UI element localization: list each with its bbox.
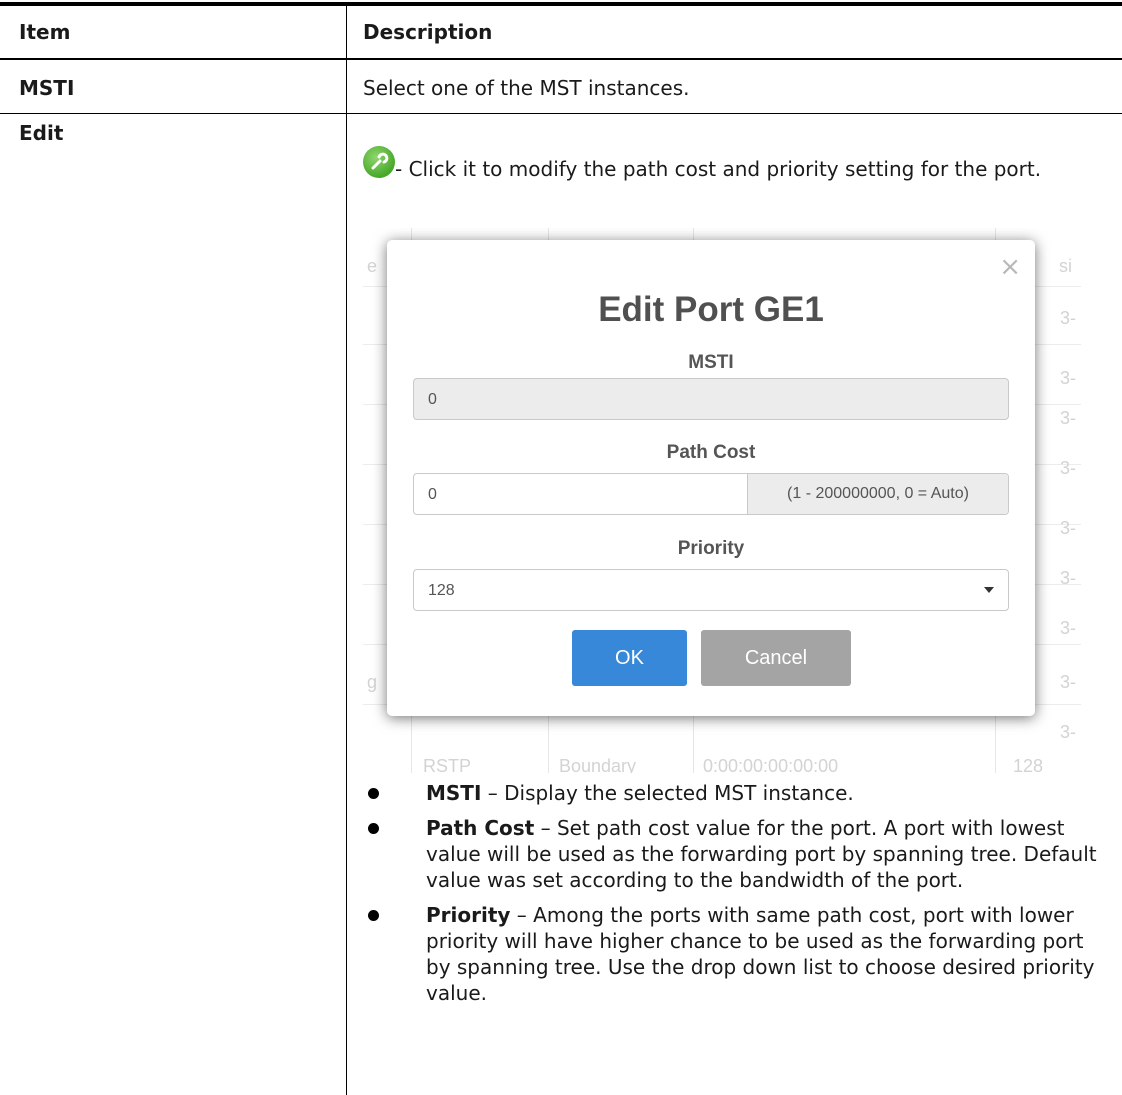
- bg-fragment: 3-: [1060, 368, 1077, 388]
- edit-port-dialog: × Edit Port GE1 MSTI 0 Path Cost 0 (1 - …: [387, 240, 1035, 716]
- header-item: Item: [19, 20, 71, 44]
- msti-value: 0: [428, 391, 437, 408]
- row-item-msti: MSTI: [19, 76, 75, 100]
- path-cost-value: 0: [428, 486, 437, 503]
- msti-field[interactable]: 0: [413, 378, 1009, 420]
- header-description: Description: [363, 20, 493, 44]
- wrench-icon: [363, 146, 395, 178]
- row-item-edit: Edit: [19, 121, 64, 145]
- bg-fragment: 3-: [1060, 568, 1077, 588]
- list-item: Path Cost – Set path cost value for the …: [363, 815, 1103, 893]
- row-rule: [0, 113, 1122, 114]
- chevron-down-icon: [984, 587, 994, 593]
- bg-fragment: si: [1059, 256, 1072, 276]
- close-icon[interactable]: ×: [999, 254, 1021, 280]
- bullet-icon: [368, 788, 379, 799]
- path-cost-label: Path Cost: [666, 442, 756, 463]
- bg-fragment: 3-: [1060, 458, 1077, 478]
- priority-value: 128: [428, 582, 455, 599]
- list-item: Priority – Among the ports with same pat…: [363, 902, 1103, 1006]
- bg-fragment: 0:00:00:00:00:00: [703, 756, 839, 773]
- bg-fragment: RSTP: [423, 756, 472, 773]
- bullet-term: Path Cost: [426, 816, 535, 840]
- msti-label: MSTI: [688, 352, 734, 373]
- bullet-icon: [368, 910, 379, 921]
- path-cost-hint: (1 - 200000000, 0 = Auto): [747, 474, 1008, 514]
- bullet-text: – Among the ports with same path cost, p…: [426, 903, 1095, 1005]
- row-desc-msti: Select one of the MST instances.: [363, 76, 690, 100]
- bg-fragment: e: [367, 256, 378, 276]
- bullet-term: MSTI: [426, 781, 482, 805]
- column-divider: [346, 6, 347, 1095]
- bg-fragment: 3-: [1060, 672, 1077, 692]
- bg-fragment: 3-: [1060, 518, 1077, 538]
- header-rule: [0, 58, 1122, 60]
- bg-fragment: 3-: [1060, 408, 1077, 428]
- bg-fragment: g: [367, 672, 378, 692]
- dialog-title: Edit Port GE1: [598, 290, 824, 329]
- dialog-screenshot: e g si 3- 3- 3- 3- 3- 3- 3- 3- 3- RSTP B…: [363, 228, 1081, 773]
- edit-description-text: - Click it to modify the path cost and p…: [395, 157, 1042, 181]
- bullet-text: – Display the selected MST instance.: [481, 781, 854, 805]
- bg-fragment: 3-: [1060, 722, 1077, 742]
- bg-fragment: 128: [1013, 756, 1044, 773]
- bg-fragment: 3-: [1060, 308, 1077, 328]
- ok-button[interactable]: OK: [572, 630, 687, 686]
- bg-fragment: 3-: [1060, 618, 1077, 638]
- bullet-term: Priority: [426, 903, 511, 927]
- cancel-button[interactable]: Cancel: [701, 630, 851, 686]
- priority-label: Priority: [677, 538, 745, 559]
- path-cost-input[interactable]: 0 (1 - 200000000, 0 = Auto): [413, 473, 1009, 515]
- list-item: MSTI – Display the selected MST instance…: [363, 780, 1103, 806]
- priority-select[interactable]: 128: [413, 569, 1009, 611]
- row-desc-edit: - Click it to modify the path cost and p…: [363, 146, 1103, 183]
- table-top-rule: [0, 2, 1122, 6]
- bullet-icon: [368, 823, 379, 834]
- bg-fragment: Boundary: [559, 756, 637, 773]
- field-descriptions: MSTI – Display the selected MST instance…: [363, 780, 1103, 1015]
